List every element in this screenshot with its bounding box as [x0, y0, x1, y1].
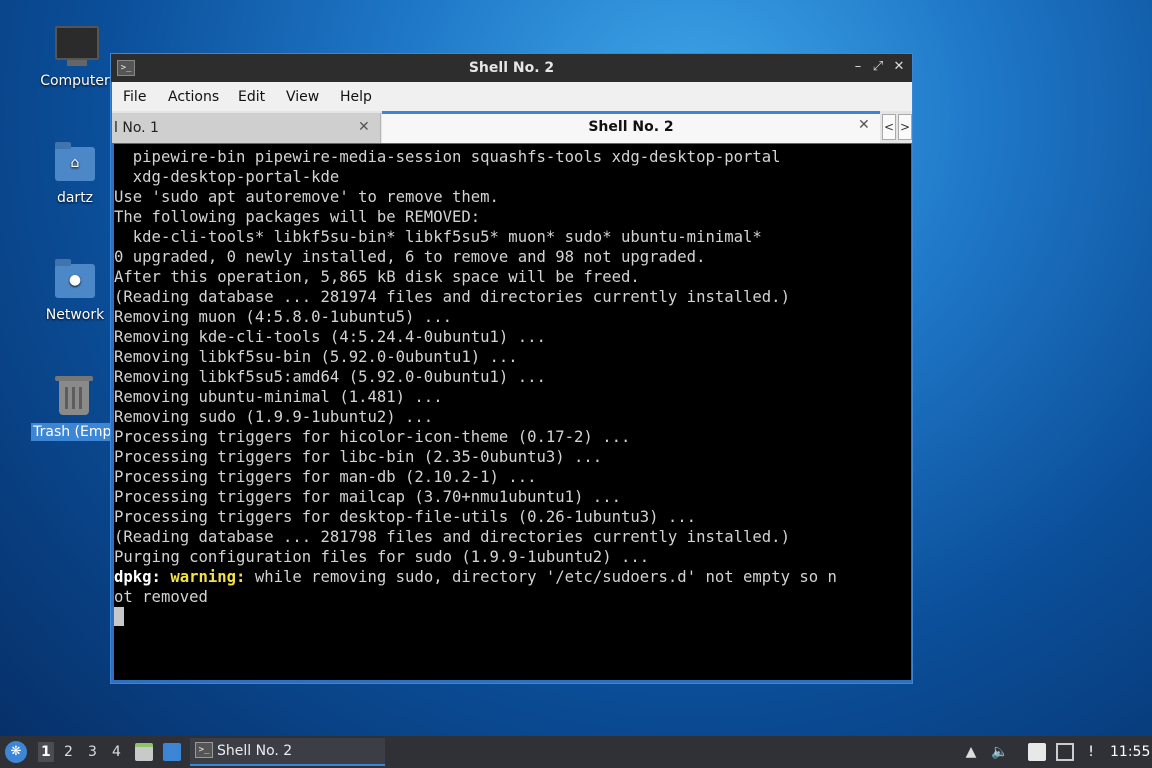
- warning-keyword: warning:: [170, 568, 246, 586]
- tab-shell-1[interactable]: l No. 1 ✕: [112, 113, 381, 143]
- menu-file[interactable]: File: [123, 89, 146, 105]
- terminal-line: Processing triggers for mailcap (3.70+nm…: [114, 488, 621, 506]
- close-button[interactable]: ✕: [890, 58, 908, 76]
- desktop-icon-label: dartz: [56, 190, 94, 206]
- terminal-text: pipewire-bin pipewire-media-session squa…: [114, 144, 911, 627]
- terminal-line: Removing libkf5su-bin (5.92.0-0ubuntu1) …: [114, 348, 518, 366]
- terminal-line: Removing sudo (1.9.9-1ubuntu2) ...: [114, 408, 434, 426]
- tab-label: Shell No. 2: [588, 119, 674, 135]
- terminal-line: 0 upgraded, 0 newly installed, 6 to remo…: [114, 248, 706, 266]
- tab-label: l No. 1: [114, 120, 159, 136]
- tab-scroll-right-button[interactable]: >: [898, 114, 912, 140]
- warning-message: while removing sudo, directory '/etc/sud…: [245, 568, 837, 586]
- terminal-line: Removing libkf5su5:amd64 (5.92.0-0ubuntu…: [114, 368, 546, 386]
- update-notifier-icon[interactable]: !: [1082, 743, 1100, 761]
- terminal-line: The following packages will be REMOVED:: [114, 208, 481, 226]
- trash-icon: [53, 375, 97, 419]
- taskbar-task-shell[interactable]: >_ Shell No. 2: [190, 738, 385, 766]
- terminal-line: (Reading database ... 281974 files and d…: [114, 288, 790, 306]
- maximize-button[interactable]: ⤢: [869, 58, 887, 76]
- terminal-line: After this operation, 5,865 kB disk spac…: [114, 268, 640, 286]
- workspace-4[interactable]: 4: [112, 744, 121, 760]
- terminal-line: Removing kde-cli-tools (4:5.24.4-0ubuntu…: [114, 328, 546, 346]
- terminal-line: Processing triggers for man-db (2.10.2-1…: [114, 468, 537, 486]
- taskbar: ❋ 1 2 3 4 >_ Shell No. 2 ▲ 🔈 ! 11:55: [0, 736, 1152, 768]
- desktop-icon-label: Computer: [40, 73, 110, 89]
- desktop-icon-label: Trash (Empt: [31, 423, 119, 441]
- desktop-icon-home[interactable]: ⌂ dartz: [27, 141, 123, 207]
- terminal-line: pipewire-bin pipewire-media-session squa…: [114, 148, 781, 166]
- menu-bar: File Actions Edit View Help: [112, 82, 912, 112]
- menu-help[interactable]: Help: [340, 89, 372, 105]
- menu-view[interactable]: View: [286, 89, 319, 105]
- terminal-output[interactable]: pipewire-bin pipewire-media-session squa…: [114, 144, 911, 680]
- clipboard-icon[interactable]: [1028, 743, 1046, 761]
- terminal-warning-line: dpkg: warning: while removing sudo, dire…: [114, 567, 911, 587]
- menu-actions[interactable]: Actions: [168, 89, 219, 105]
- computer-icon: [53, 24, 99, 68]
- home-folder-icon: ⌂: [53, 141, 97, 185]
- terminal-line: kde-cli-tools* libkf5su-bin* libkf5su5* …: [114, 228, 762, 246]
- terminal-line: Processing triggers for hicolor-icon-the…: [114, 428, 631, 446]
- terminal-line: Processing triggers for desktop-file-uti…: [114, 508, 697, 526]
- terminal-line: Removing ubuntu-minimal (1.481) ...: [114, 388, 443, 406]
- terminal-cursor: [114, 607, 124, 626]
- tab-close-icon[interactable]: ✕: [358, 119, 370, 135]
- terminal-line: Purging configuration files for sudo (1.…: [114, 548, 650, 566]
- show-desktop-icon[interactable]: [163, 743, 181, 761]
- workspace-2[interactable]: 2: [64, 744, 73, 760]
- network-status-icon[interactable]: [1056, 743, 1074, 761]
- tab-shell-2[interactable]: Shell No. 2 ✕: [382, 111, 880, 143]
- taskbar-task-label: Shell No. 2: [217, 743, 293, 759]
- window-title: Shell No. 2: [468, 60, 555, 76]
- workspace-3[interactable]: 3: [88, 744, 97, 760]
- terminal-line: (Reading database ... 281798 files and d…: [114, 528, 790, 546]
- tab-close-icon[interactable]: ✕: [858, 117, 870, 133]
- terminal-line: Processing triggers for libc-bin (2.35-0…: [114, 448, 603, 466]
- terminal-line: Use 'sudo apt autoremove' to remove them…: [114, 188, 499, 206]
- minimize-button[interactable]: –: [849, 58, 867, 76]
- desktop-icon-label: Network: [45, 307, 105, 323]
- desktop-icon-trash[interactable]: Trash (Empt: [27, 375, 123, 441]
- tab-bar: l No. 1 ✕ Shell No. 2 ✕ < >: [112, 111, 912, 143]
- desktop-icon-network[interactable]: ● Network: [27, 258, 123, 324]
- clock[interactable]: 11:55: [1110, 744, 1150, 760]
- menu-edit[interactable]: Edit: [238, 89, 265, 105]
- workspace-1[interactable]: 1: [38, 742, 54, 762]
- file-manager-icon[interactable]: [135, 743, 153, 761]
- tab-scroll-left-button[interactable]: <: [882, 114, 896, 140]
- network-folder-icon: ●: [53, 258, 97, 302]
- tray-expand-icon[interactable]: ▲: [962, 743, 980, 761]
- terminal-line: xdg-desktop-portal-kde: [114, 168, 340, 186]
- terminal-window: >_ Shell No. 2 – ⤢ ✕ File Actions Edit V…: [110, 53, 913, 684]
- desktop-icon-computer[interactable]: Computer: [27, 24, 123, 90]
- terminal-task-icon: >_: [195, 742, 213, 758]
- warning-prefix: dpkg:: [114, 568, 171, 586]
- volume-icon[interactable]: 🔈: [991, 743, 1009, 761]
- window-titlebar[interactable]: >_ Shell No. 2 – ⤢ ✕: [111, 54, 912, 82]
- terminal-line: Removing muon (4:5.8.0-1ubuntu5) ...: [114, 308, 452, 326]
- start-menu-icon[interactable]: ❋: [5, 741, 27, 763]
- terminal-warning-continuation: ot removed: [114, 588, 208, 606]
